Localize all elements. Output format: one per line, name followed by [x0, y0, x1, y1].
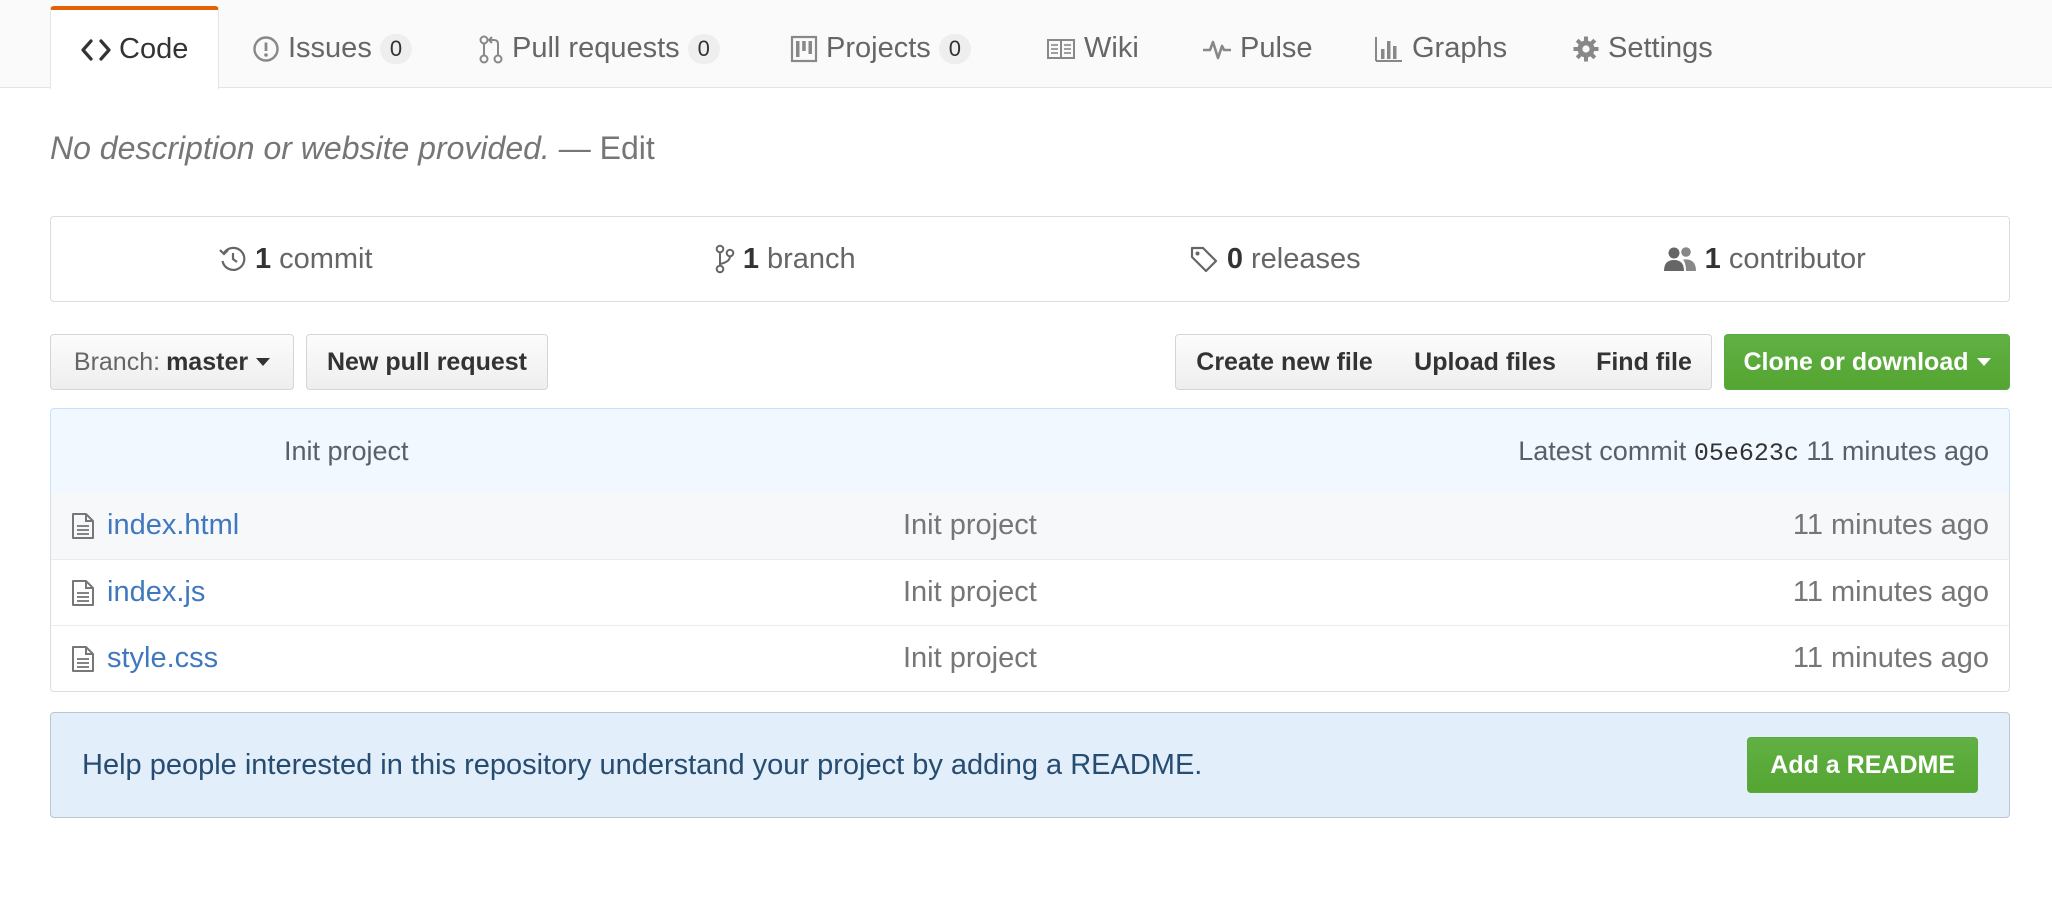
create-new-file-button[interactable]: Create new file — [1175, 334, 1394, 390]
code-icon — [81, 37, 111, 63]
description-text: No description or website provided. — [50, 130, 550, 166]
find-file-button[interactable]: Find file — [1577, 334, 1712, 390]
git-branch-icon — [715, 244, 735, 274]
repo-tabnav: Code Issues 0 Pull requests 0 Projects 0… — [0, 0, 2052, 89]
tab-code[interactable]: Code — [50, 6, 220, 89]
table-row: index.js Init project 11 minutes ago — [51, 559, 2009, 625]
tab-pull-requests[interactable]: Pull requests 0 — [478, 8, 720, 89]
issues-count-badge: 0 — [379, 33, 413, 64]
git-pull-request-icon — [478, 34, 504, 64]
tab-wiki[interactable]: Wiki — [1046, 8, 1139, 89]
releases-link[interactable]: 0 releases — [1030, 217, 1520, 301]
commits-count: 1 — [254, 242, 272, 275]
graph-icon — [1374, 35, 1404, 63]
latest-commit-label: Latest commit — [1518, 436, 1687, 466]
tab-projects[interactable]: Projects 0 — [790, 8, 972, 89]
numbers-summary: 1 commit 1 branch 0 releases 1 contribut… — [50, 216, 2010, 302]
tab-issues-label: Issues — [288, 32, 372, 64]
file-icon — [71, 512, 95, 548]
file-list: index.html Init project 11 minutes ago i… — [50, 493, 2010, 692]
file-commit-age: 11 minutes ago — [1792, 509, 1989, 541]
file-commit-message[interactable]: Init project — [903, 509, 1037, 542]
new-pull-request-button[interactable]: New pull request — [306, 334, 548, 390]
file-name-link[interactable]: index.html — [107, 509, 239, 542]
branch-prefix: Branch: — [73, 347, 161, 376]
branch-select-button[interactable]: Branch: master — [50, 334, 294, 390]
branches-label: branch — [766, 242, 856, 275]
tab-graphs[interactable]: Graphs — [1374, 8, 1507, 89]
releases-label: releases — [1251, 242, 1361, 275]
clone-or-download-label: Clone or download — [1743, 347, 1969, 376]
issue-opened-icon — [252, 35, 280, 63]
tab-settings[interactable]: Settings — [1572, 8, 1713, 89]
contributors-label: contributor — [1728, 242, 1866, 275]
pull-requests-count-badge: 0 — [687, 33, 720, 64]
clone-or-download-button[interactable]: Clone or download — [1724, 334, 2010, 390]
readme-prompt: Help people interested in this repositor… — [50, 712, 2010, 818]
tab-pull-requests-label: Pull requests — [512, 32, 680, 64]
tab-issues[interactable]: Issues 0 — [252, 8, 413, 89]
contributors-count: 1 — [1704, 242, 1721, 275]
commits-link[interactable]: 1 commit — [51, 217, 541, 301]
caret-down-icon — [256, 358, 271, 366]
edit-description-link[interactable]: Edit — [600, 130, 655, 166]
file-commit-message[interactable]: Init project — [903, 642, 1037, 675]
organization-icon — [1663, 245, 1697, 273]
tab-pulse[interactable]: Pulse — [1202, 8, 1313, 89]
tab-projects-label: Projects — [826, 32, 931, 64]
latest-commit-bar: Init project Latest commit 05e623c 11 mi… — [50, 408, 2010, 494]
latest-commit-age: 11 minutes ago — [1806, 436, 1989, 466]
file-name-link[interactable]: index.js — [107, 576, 205, 609]
projects-count-badge: 0 — [938, 33, 972, 64]
file-icon — [71, 579, 95, 615]
file-commit-age: 11 minutes ago — [1792, 642, 1989, 674]
tag-icon — [1189, 245, 1219, 273]
branch-name: master — [166, 347, 249, 376]
history-icon — [219, 245, 247, 273]
file-icon — [71, 645, 95, 681]
book-icon — [1046, 37, 1076, 61]
repo-description: No description or website provided. — Ed… — [50, 130, 655, 167]
releases-count: 0 — [1226, 242, 1243, 275]
table-row: style.css Init project 11 minutes ago — [51, 625, 2009, 691]
commit-sha-link[interactable]: 05e623c — [1694, 439, 1799, 468]
caret-down-icon — [1976, 358, 1991, 366]
branches-link[interactable]: 1 branch — [541, 217, 1031, 301]
commits-label: commit — [279, 242, 373, 275]
latest-commit-info: Latest commit 05e623c 11 minutes ago — [1518, 436, 1989, 468]
add-readme-button[interactable]: Add a README — [1747, 737, 1978, 793]
readme-prompt-text: Help people interested in this repositor… — [82, 749, 1203, 781]
tab-wiki-label: Wiki — [1084, 32, 1139, 64]
tab-graphs-label: Graphs — [1412, 32, 1508, 64]
latest-commit-message[interactable]: Init project — [284, 436, 409, 467]
tab-settings-label: Settings — [1608, 32, 1713, 64]
file-name-link[interactable]: style.css — [107, 642, 218, 675]
pulse-icon — [1202, 36, 1232, 62]
tab-code-label: Code — [119, 33, 189, 65]
contributors-link[interactable]: 1 contributor — [1520, 217, 2010, 301]
tab-pulse-label: Pulse — [1240, 32, 1313, 64]
project-icon — [790, 35, 818, 63]
gear-icon — [1572, 35, 1600, 63]
upload-files-button[interactable]: Upload files — [1393, 334, 1578, 390]
table-row: index.html Init project 11 minutes ago — [51, 493, 2009, 559]
description-separator: — — [558, 130, 591, 166]
branches-count: 1 — [742, 242, 759, 275]
file-commit-message[interactable]: Init project — [903, 576, 1037, 609]
file-commit-age: 11 minutes ago — [1792, 576, 1989, 608]
